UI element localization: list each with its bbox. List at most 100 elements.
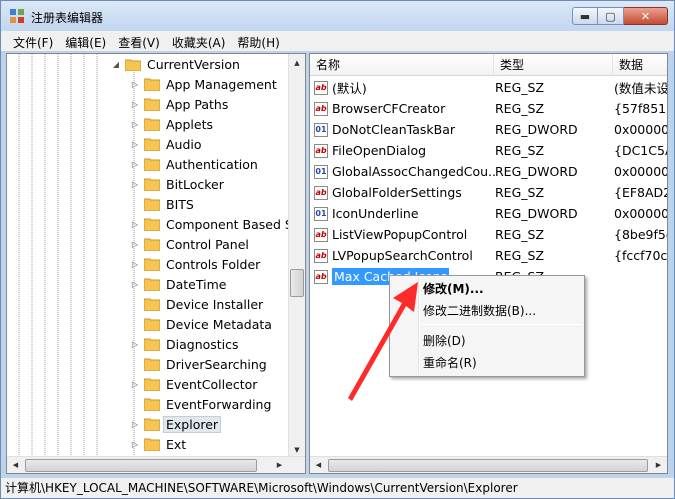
tree-item[interactable]: ▷ App Paths xyxy=(130,94,228,114)
scroll-thumb[interactable] xyxy=(290,269,304,297)
list-item[interactable]: ab (默认) REG_SZ (数值未设 xyxy=(314,77,667,98)
tree-item-label: Authentication xyxy=(166,156,258,172)
tree-vertical-scrollbar[interactable]: ▲ ▼ xyxy=(288,54,305,458)
value-name: (默认) xyxy=(332,81,367,96)
maximize-button[interactable]: ▢ xyxy=(598,7,624,25)
expand-arrow-icon[interactable]: ▷ xyxy=(130,119,140,129)
tree-item-label: Explorer xyxy=(163,415,222,433)
folder-icon xyxy=(144,78,160,91)
tree-item[interactable]: ▷ EventCollector xyxy=(130,374,257,394)
tree-item[interactable]: ▷ Applets xyxy=(130,114,213,134)
values-list[interactable]: 名称 类型 数据 ab (默认) REG_SZ (数值未设 ab BrowserCF… xyxy=(309,53,668,474)
tree-item-label: Ext xyxy=(166,436,187,452)
menu-file[interactable]: 文件(F) xyxy=(7,31,59,51)
value-name: DoNotCleanTaskBar xyxy=(332,122,455,137)
list-item[interactable]: 01 GlobalAssocChangedCou... REG_DWORD 0x0… xyxy=(314,161,667,182)
menu-favorites[interactable]: 收藏夹(A) xyxy=(166,31,232,51)
expand-arrow-icon[interactable]: ▷ xyxy=(130,99,140,109)
tree-item[interactable]: ▷ Audio xyxy=(130,134,202,154)
tree-item[interactable]: ▷ Authentication xyxy=(130,154,258,174)
tree-item-currentversion[interactable]: ◢ CurrentVersion xyxy=(111,54,240,74)
list-item[interactable]: ab LVPopupSearchControl REG_SZ {fccf70c8 xyxy=(314,245,667,266)
list-item[interactable]: 01 IconUnderline REG_DWORD 0x000000 xyxy=(314,203,667,224)
expand-arrow-icon[interactable]: ▷ xyxy=(130,279,140,289)
folder-icon xyxy=(144,318,160,331)
expand-arrow-icon[interactable]: ▷ xyxy=(130,339,140,349)
tree-item-label: CurrentVersion xyxy=(147,56,240,72)
scroll-left-arrow-icon[interactable]: ◀ xyxy=(7,457,24,473)
list-item[interactable]: 01 DoNotCleanTaskBar REG_DWORD 0x000000 xyxy=(314,119,667,140)
tree-item[interactable]: ▷ Component Based S xyxy=(130,214,293,234)
menu-bar: 文件(F) 编辑(E) 查看(V) 收藏夹(A) 帮助(H) xyxy=(1,31,674,51)
expand-arrow-icon[interactable]: ▷ xyxy=(130,439,140,449)
tree-item[interactable]: ▷ Control Panel xyxy=(130,234,249,254)
menu-view[interactable]: 查看(V) xyxy=(112,31,166,51)
value-name: IconUnderline xyxy=(332,206,419,221)
expand-arrow-icon[interactable]: ▷ xyxy=(130,79,140,89)
value-data: {DC1C5A9 xyxy=(614,143,667,158)
column-header-type[interactable]: 类型 xyxy=(494,54,613,76)
dword-value-icon: 01 xyxy=(314,122,328,137)
scroll-right-arrow-icon[interactable]: ▶ xyxy=(650,457,667,473)
column-header-name[interactable]: 名称 xyxy=(310,54,494,76)
tree-item[interactable]: ▷ DateTime xyxy=(130,274,227,294)
tree-horizontal-scrollbar[interactable]: ◀ ▶ xyxy=(7,456,305,473)
expand-arrow-icon[interactable]: ▷ xyxy=(130,419,140,429)
value-data: 0x000000 xyxy=(614,164,667,179)
tree-item-explorer[interactable]: ▷ Explorer xyxy=(130,414,222,434)
tree-item[interactable]: ▷ Diagnostics xyxy=(130,334,239,354)
tree-item[interactable]: Device Installer xyxy=(144,294,263,314)
scroll-left-arrow-icon[interactable]: ◀ xyxy=(310,457,327,473)
tree-item[interactable]: ▷ Controls Folder xyxy=(130,254,260,274)
expand-arrow-icon[interactable]: ▷ xyxy=(130,219,140,229)
menu-item-modify-binary[interactable]: 修改二进制数据(B)... xyxy=(423,302,536,319)
expand-arrow-icon[interactable]: ▷ xyxy=(130,139,140,149)
tree-item[interactable]: Device Metadata xyxy=(144,314,272,334)
value-type: REG_SZ xyxy=(495,101,545,116)
tree-item[interactable]: BITS xyxy=(144,194,194,214)
close-button[interactable]: ✕ xyxy=(624,7,668,25)
tree-item-label: DateTime xyxy=(166,276,227,292)
folder-icon xyxy=(144,198,160,211)
tree-item[interactable]: ▷ BitLocker xyxy=(130,174,224,194)
tree-item-label: EventForwarding xyxy=(166,396,272,412)
expand-arrow-icon[interactable]: ▷ xyxy=(130,179,140,189)
list-item[interactable]: ab BrowserCFCreator REG_SZ {57f85108 xyxy=(314,98,667,119)
list-item[interactable]: ab ListViewPopupControl REG_SZ {8be9f5ea xyxy=(314,224,667,245)
menu-item-delete[interactable]: 删除(D) xyxy=(423,332,466,349)
minimize-button[interactable]: ▬ xyxy=(572,7,598,25)
folder-icon xyxy=(144,158,160,171)
list-item[interactable]: ab FileOpenDialog REG_SZ {DC1C5A9 xyxy=(314,140,667,161)
title-bar[interactable]: 注册表编辑器 ▬ ▢ ✕ xyxy=(1,1,674,31)
menu-help[interactable]: 帮助(H) xyxy=(231,31,285,51)
tree-item[interactable]: DriverSearching xyxy=(144,354,267,374)
tree-item-label: Device Metadata xyxy=(166,316,272,332)
column-header-data[interactable]: 数据 xyxy=(613,54,667,76)
menu-item-rename[interactable]: 重命名(R) xyxy=(423,354,477,371)
scroll-up-arrow-icon[interactable]: ▲ xyxy=(289,54,305,71)
registry-tree[interactable]: ◢ CurrentVersion ▷ App Management ▷ App … xyxy=(6,53,306,474)
scroll-thumb[interactable] xyxy=(25,459,257,472)
tree-item[interactable]: ▷ Ext xyxy=(130,434,186,454)
expand-arrow-icon[interactable]: ▷ xyxy=(130,259,140,269)
scroll-thumb[interactable] xyxy=(328,459,648,472)
collapse-arrow-icon[interactable]: ◢ xyxy=(111,59,121,69)
tree-item[interactable]: EventForwarding xyxy=(144,394,271,414)
folder-icon xyxy=(144,278,160,291)
string-value-icon: ab xyxy=(314,143,328,158)
folder-open-icon xyxy=(125,59,141,71)
expand-arrow-icon[interactable]: ▷ xyxy=(130,379,140,389)
expand-arrow-icon[interactable]: ▷ xyxy=(130,159,140,169)
list-item[interactable]: ab GlobalFolderSettings REG_SZ {EF8AD2D xyxy=(314,182,667,203)
tree-item-label: Component Based S xyxy=(166,216,293,232)
value-name: BrowserCFCreator xyxy=(332,101,446,116)
tree-item-label: Audio xyxy=(166,136,202,152)
list-horizontal-scrollbar[interactable]: ◀ ▶ xyxy=(310,456,667,473)
folder-icon xyxy=(144,438,160,451)
menu-item-modify[interactable]: 修改(M)... xyxy=(423,280,484,297)
menu-edit[interactable]: 编辑(E) xyxy=(59,31,112,51)
tree-item[interactable]: ▷ App Management xyxy=(130,74,277,94)
scroll-right-arrow-icon[interactable]: ▶ xyxy=(271,457,288,473)
string-value-icon: ab xyxy=(314,101,328,116)
expand-arrow-icon[interactable]: ▷ xyxy=(130,239,140,249)
